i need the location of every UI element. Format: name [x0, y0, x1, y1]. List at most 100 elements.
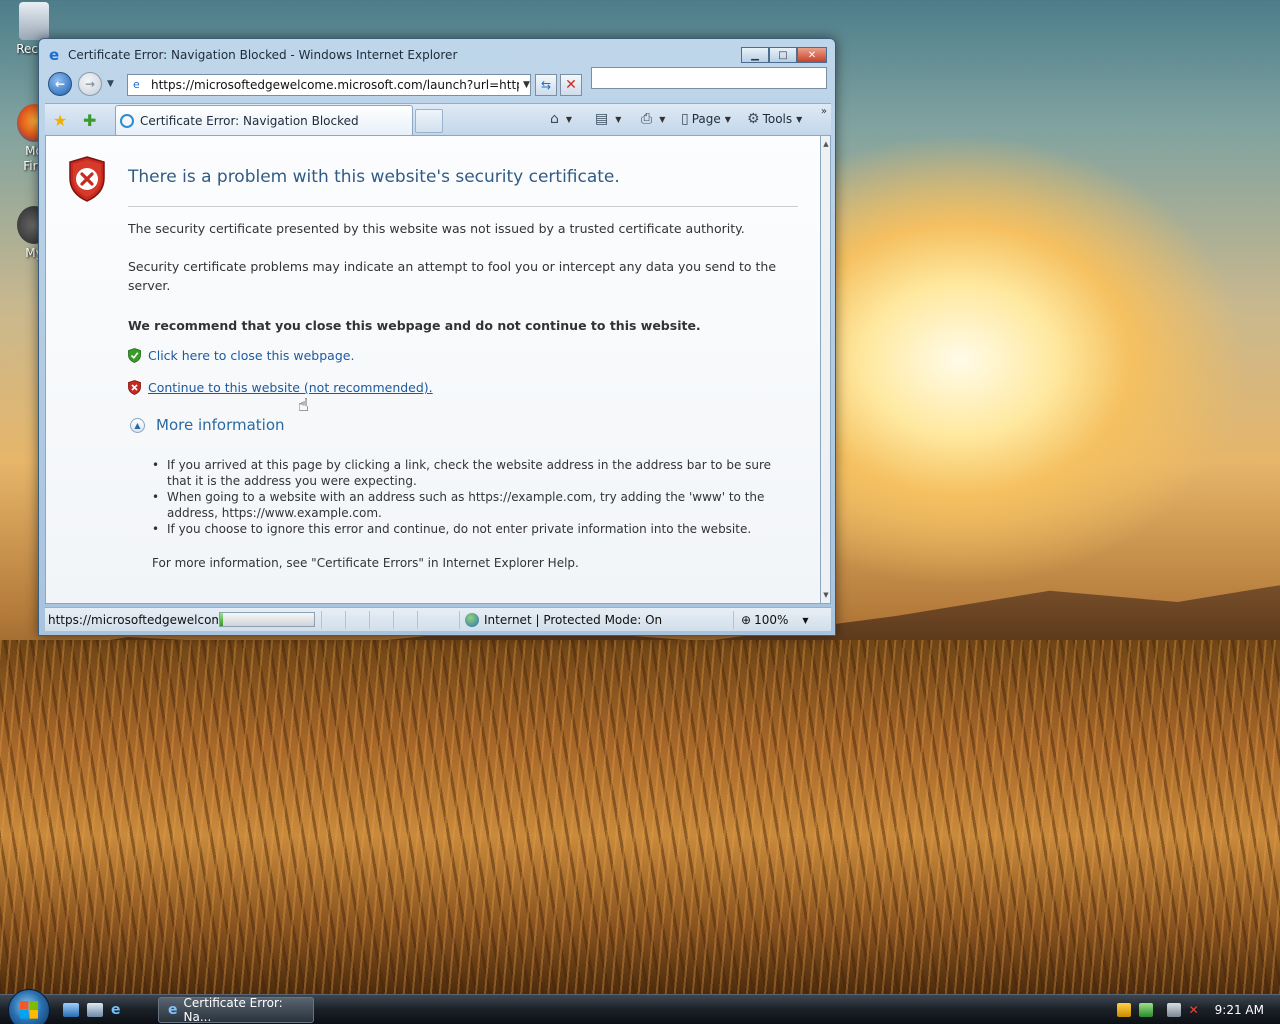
- close-webpage-link[interactable]: Click here to close this webpage.: [148, 348, 354, 363]
- refresh-icon: ⇆: [540, 78, 552, 92]
- recycle-bin-icon: [19, 2, 49, 40]
- status-divider: [321, 611, 322, 629]
- scroll-down-icon[interactable]: ▼: [821, 591, 831, 599]
- maximize-button[interactable]: □: [769, 47, 797, 63]
- chevron-down-icon: ▼: [724, 114, 731, 124]
- favorites-star-icon[interactable]: ★: [53, 111, 67, 130]
- recent-pages-dropdown[interactable]: ▼: [107, 79, 114, 89]
- progress-bar: [219, 612, 315, 627]
- monitor-icon[interactable]: [1166, 1003, 1181, 1017]
- add-favorites-icon[interactable]: ✚: [83, 111, 96, 130]
- hand-cursor-icon: ☝: [298, 395, 309, 416]
- list-item: If you choose to ignore this error and c…: [152, 521, 792, 537]
- toolbar-overflow-icon[interactable]: »: [821, 106, 827, 117]
- page-menu-label: Page: [691, 112, 721, 126]
- security-shield-icon: [69, 156, 105, 202]
- tools-menu[interactable]: ⚙ Tools ▼: [747, 111, 802, 127]
- security-center-icon[interactable]: [1116, 1003, 1131, 1017]
- search-input[interactable]: [591, 67, 827, 89]
- forward-button[interactable]: →: [78, 72, 102, 96]
- certificate-message: The security certificate presented by th…: [128, 221, 745, 236]
- taskbar-item-label: Certificate Error: Na...: [183, 996, 283, 1024]
- status-divider: [733, 611, 734, 629]
- recommendation-text: We recommend that you close this webpage…: [128, 318, 701, 333]
- chevron-down-icon: ▼: [802, 615, 809, 625]
- close-button[interactable]: ✕: [797, 47, 827, 63]
- print-button[interactable]: ⎙ ▼: [641, 111, 665, 127]
- list-item: If you arrived at this page by clicking …: [152, 457, 792, 489]
- globe-icon: [465, 613, 479, 627]
- list-item: When going to a website with an address …: [152, 489, 792, 521]
- zone-label: Internet | Protected Mode: On: [484, 613, 663, 627]
- status-bar: https://microsoftedgewelcome. Internet |…: [45, 607, 831, 631]
- printer-icon: ⎙: [641, 111, 653, 127]
- ie-window: e Certificate Error: Navigation Blocked …: [38, 38, 836, 636]
- help-footnote: For more information, see "Certificate E…: [152, 556, 579, 570]
- volume-muted-icon[interactable]: ✕: [1189, 1003, 1199, 1017]
- red-shield-icon: [128, 380, 141, 395]
- status-divider: [417, 611, 418, 629]
- arrow-right-icon: →: [84, 77, 96, 91]
- scroll-up-icon[interactable]: ▲: [821, 140, 831, 148]
- title-bar[interactable]: e Certificate Error: Navigation Blocked …: [39, 39, 835, 69]
- chevron-down-icon: ▼: [659, 114, 666, 124]
- warning-message: Security certificate problems may indica…: [128, 259, 777, 293]
- tab-label: Certificate Error: Navigation Blocked: [140, 113, 359, 128]
- security-zone[interactable]: Internet | Protected Mode: On: [465, 613, 662, 627]
- loading-icon: [120, 113, 134, 128]
- continue-row: Continue to this website (not recommende…: [128, 380, 433, 395]
- page-content: There is a problem with this website's s…: [45, 135, 821, 604]
- green-shield-icon: [128, 348, 141, 363]
- home-icon: ⌂: [550, 111, 559, 127]
- system-tray: ✕ 9:21 AM: [1113, 995, 1280, 1024]
- chevron-down-icon: ▼: [565, 114, 573, 124]
- close-webpage-row: Click here to close this webpage.: [128, 348, 354, 363]
- page-icon: e: [133, 78, 140, 91]
- new-tab-button[interactable]: [415, 109, 443, 133]
- continue-to-website-link[interactable]: Continue to this website (not recommende…: [148, 380, 433, 395]
- gear-icon: ⚙: [747, 111, 760, 127]
- page-icon: ▯: [681, 111, 689, 127]
- address-bar[interactable]: e https://microsoftedgewelcome.microsoft…: [127, 74, 531, 96]
- back-button[interactable]: ←: [48, 72, 72, 96]
- stop-button[interactable]: ✕: [560, 74, 582, 96]
- feeds-button[interactable]: ▤ ▼: [595, 111, 621, 127]
- more-information-toggle[interactable]: ▲ More information: [130, 416, 285, 434]
- more-information-list: If you arrived at this page by clicking …: [152, 457, 792, 537]
- page-menu[interactable]: ▯ Page ▼: [681, 111, 731, 127]
- ie-logo-icon: e: [49, 46, 60, 64]
- ie-logo-icon: e: [168, 1002, 178, 1018]
- network-icon[interactable]: [1138, 1003, 1153, 1017]
- windows-logo-icon: [20, 1001, 38, 1019]
- page-title: There is a problem with this website's s…: [128, 167, 620, 187]
- zoom-level: 100%: [754, 613, 789, 627]
- chevron-down-icon: ▼: [615, 114, 622, 124]
- stop-icon: ✕: [565, 77, 577, 93]
- taskbar: e e Certificate Error: Na... ✕ 9:21 AM: [0, 989, 1280, 1024]
- more-information-label: More information: [156, 416, 285, 434]
- tab-certificate-error[interactable]: Certificate Error: Navigation Blocked: [115, 105, 413, 135]
- window-controls: ▁ □ ✕: [741, 47, 827, 63]
- zoom-control[interactable]: ⊕ 100% ▼: [741, 613, 809, 627]
- desktop-wallpaper-grass: [0, 640, 1280, 996]
- arrow-left-icon: ←: [54, 77, 66, 91]
- internet-explorer-icon[interactable]: e: [111, 1003, 127, 1017]
- clock[interactable]: 9:21 AM: [1215, 1003, 1264, 1017]
- home-button[interactable]: ⌂ ▼: [550, 111, 572, 127]
- taskbar-item-ie[interactable]: e Certificate Error: Na...: [158, 996, 314, 1024]
- refresh-button[interactable]: ⇆: [535, 74, 557, 96]
- progress-fill: [220, 613, 223, 626]
- magnifier-icon: ⊕: [741, 613, 752, 627]
- status-divider: [393, 611, 394, 629]
- address-dropdown-icon[interactable]: ▼: [523, 80, 530, 90]
- switch-windows-icon[interactable]: [87, 1003, 103, 1017]
- status-divider: [459, 611, 460, 629]
- show-desktop-icon[interactable]: [63, 1003, 79, 1017]
- status-divider: [345, 611, 346, 629]
- vertical-scrollbar[interactable]: ▲ ▼: [821, 135, 831, 604]
- tools-menu-label: Tools: [762, 112, 793, 126]
- start-button[interactable]: [8, 989, 50, 1024]
- address-url[interactable]: https://microsoftedgewelcome.microsoft.c…: [151, 78, 519, 92]
- minimize-button[interactable]: ▁: [741, 47, 769, 63]
- status-divider: [369, 611, 370, 629]
